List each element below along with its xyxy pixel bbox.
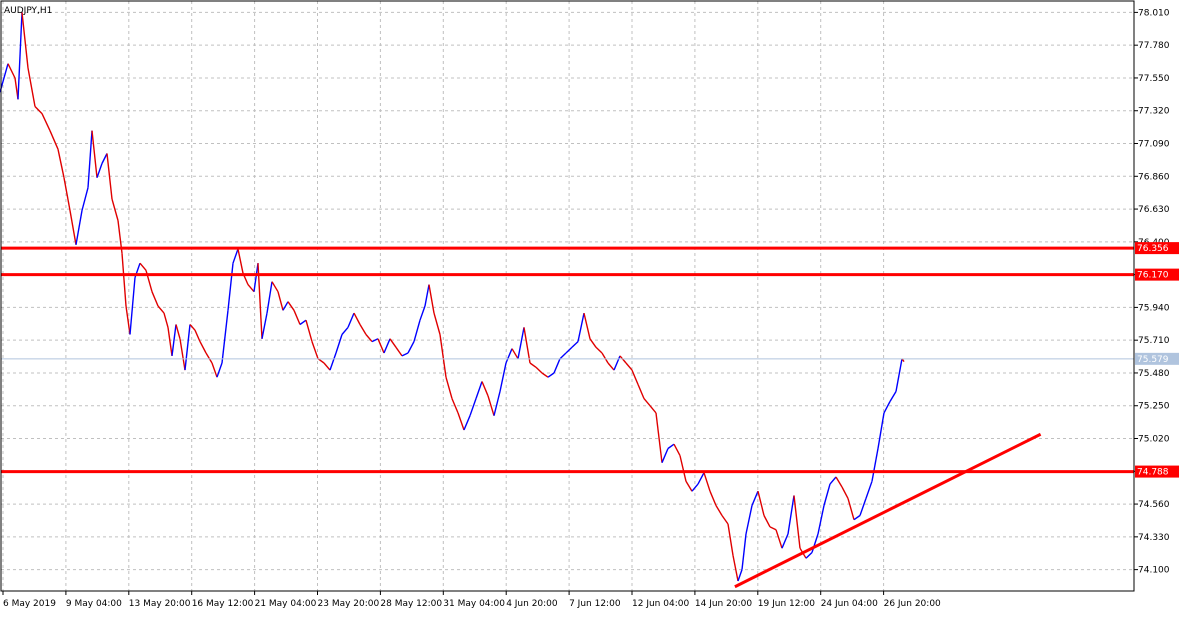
x-tick-label: 28 May 12:00 — [380, 599, 442, 609]
x-tick-label: 21 May 04:00 — [255, 599, 317, 609]
chart-background — [0, 0, 1180, 613]
y-tick-label: 74.100 — [1138, 566, 1170, 576]
price-chart[interactable]: 78.010 77.780 77.550 77.320 77.090 76.860 76.6… — [0, 0, 1180, 613]
y-tick-label: 75.940 — [1138, 303, 1170, 313]
level-price-label: 76.170 — [1137, 271, 1169, 281]
x-tick-label: 23 May 20:00 — [318, 599, 380, 609]
x-tick-label: 7 Jun 12:00 — [569, 599, 621, 609]
y-tick-label: 77.090 — [1138, 140, 1170, 150]
y-tick-label: 75.020 — [1138, 435, 1170, 445]
x-tick-label: 6 May 2019 — [3, 599, 56, 609]
x-tick-label: 16 May 12:00 — [192, 599, 254, 609]
y-tick-label: 74.330 — [1138, 533, 1170, 543]
x-tick-label: 4 Jun 20:00 — [506, 599, 558, 609]
x-tick-label: 9 May 04:00 — [66, 599, 122, 609]
symbol-title: AUDJPY,H1 — [4, 6, 52, 16]
x-tick-label: 13 May 20:00 — [129, 599, 191, 609]
y-tick-label: 75.480 — [1138, 369, 1170, 379]
y-tick-label: 75.250 — [1138, 402, 1170, 412]
x-tick-label: 26 Jun 20:00 — [884, 599, 941, 609]
y-tick-label: 74.560 — [1138, 500, 1170, 510]
x-tick-label: 14 Jun 20:00 — [695, 599, 752, 609]
x-tick-label: 24 Jun 04:00 — [821, 599, 878, 609]
level-price-label: 76.356 — [1137, 244, 1169, 254]
y-tick-label: 76.630 — [1138, 205, 1170, 215]
y-tick-label: 77.550 — [1138, 74, 1170, 84]
y-tick-label: 76.860 — [1138, 172, 1170, 182]
x-tick-label: 12 Jun 04:00 — [632, 599, 689, 609]
current-price-label: 75.579 — [1137, 355, 1169, 365]
x-tick-label: 19 Jun 12:00 — [758, 599, 815, 609]
y-tick-label: 78.010 — [1138, 8, 1170, 18]
level-price-label: 74.788 — [1137, 468, 1169, 478]
y-tick-label: 77.780 — [1138, 41, 1170, 51]
x-tick-label: 31 May 04:00 — [443, 599, 505, 609]
y-tick-label: 77.320 — [1138, 107, 1170, 117]
y-tick-label: 75.710 — [1138, 336, 1170, 346]
